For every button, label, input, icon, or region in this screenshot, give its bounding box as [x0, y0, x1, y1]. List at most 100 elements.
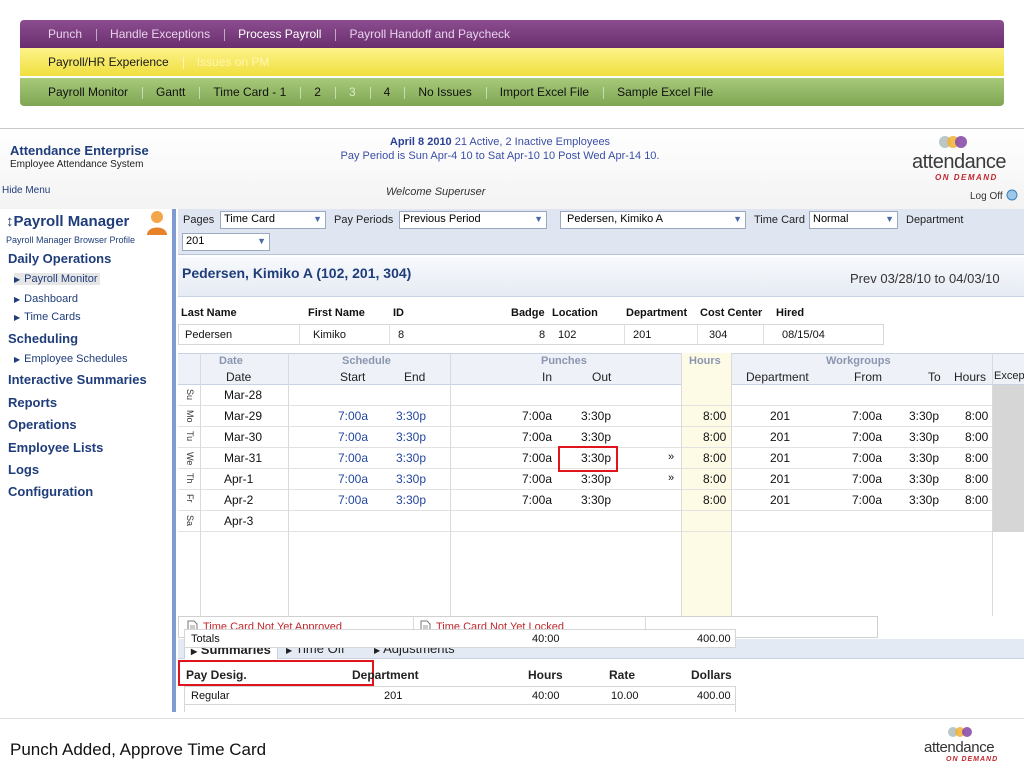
- app-window: Attendance Enterprise Employee Attendanc…: [0, 128, 1024, 712]
- table-row[interactable]: Fr Apr-2 7:00a 3:30p 7:00a 3:30p 8:00 201 7:00a 3…: [178, 490, 1024, 511]
- sum-hours: 40:00: [532, 690, 560, 702]
- nav-issues-on-pm[interactable]: Issues on PM: [182, 55, 284, 69]
- table-row[interactable]: Sa Apr-3: [178, 511, 1024, 532]
- table-row[interactable]: Tu Mar-30 7:00a 3:30p 7:00a 3:30p 8:00 201 7:00a…: [178, 427, 1024, 448]
- nav-time-card-1[interactable]: Time Card - 1: [199, 85, 300, 99]
- menu-payroll-monitor[interactable]: ▶ Payroll Monitor: [14, 273, 100, 285]
- time-card-label: Time Card: [754, 214, 805, 226]
- department-select-value: 201: [186, 235, 205, 247]
- cell-end: 3:30p: [396, 409, 427, 423]
- cell-dept: 201: [770, 451, 791, 465]
- chevron-down-icon: ▼: [534, 214, 543, 224]
- col-to: To: [928, 370, 941, 384]
- sum-col-department: Department: [352, 668, 419, 682]
- cell-dept: 201: [770, 472, 791, 486]
- department-value: 201: [633, 329, 652, 341]
- nav-punch[interactable]: Punch: [42, 27, 96, 41]
- cell-end: 3:30p: [396, 430, 427, 444]
- nav-handle-exceptions[interactable]: Handle Exceptions: [96, 27, 224, 41]
- cell-from: 7:00a: [852, 451, 883, 465]
- cell-out[interactable]: 3:30p: [581, 472, 611, 486]
- first-name-value: Kimiko: [313, 329, 347, 341]
- table-row[interactable]: Mo Mar-29 7:00a 3:30p 7:00a 3:30p 8:00 201 7:00a…: [178, 406, 1024, 427]
- nav-page-3[interactable]: 3: [334, 85, 370, 99]
- time-card-select-value: Normal: [813, 213, 849, 225]
- cell-start: 7:00a: [338, 451, 369, 465]
- menu-operations[interactable]: Operations: [8, 417, 77, 432]
- nav-no-issues[interactable]: No Issues: [404, 85, 485, 99]
- cell-in[interactable]: 7:00a: [522, 493, 552, 507]
- menu-scheduling[interactable]: Scheduling: [8, 331, 78, 346]
- summary-row-regular: Regular 201 40:00 10.00 400.00: [184, 686, 736, 705]
- department-select[interactable]: 201 ▼: [182, 233, 270, 251]
- grid-divider: [200, 353, 201, 616]
- id-value: 8: [398, 329, 405, 341]
- employee-select[interactable]: Pedersen, Kimiko A ▼: [560, 211, 746, 229]
- cell-in[interactable]: 7:00a: [522, 430, 552, 444]
- menu-dashboard[interactable]: ▶ Dashboard: [14, 293, 78, 305]
- cell-end: 3:30p: [396, 493, 427, 507]
- menu-reports[interactable]: Reports: [8, 395, 57, 410]
- cell-start: 7:00a: [338, 409, 369, 423]
- payroll-manager-title[interactable]: ↕Payroll Manager: [6, 213, 129, 230]
- sum-col-pay-desig: Pay Desig.: [186, 668, 247, 682]
- table-row[interactable]: Su Mar-28: [178, 385, 1024, 406]
- hide-menu-link[interactable]: Hide Menu: [2, 185, 50, 196]
- cell-start: 7:00a: [338, 472, 369, 486]
- menu-configuration[interactable]: Configuration: [8, 484, 93, 499]
- cell-out[interactable]: 3:30p: [581, 430, 611, 444]
- sum-col-rate: Rate: [609, 668, 636, 682]
- cell-in[interactable]: 7:00a: [522, 451, 552, 465]
- log-off-link[interactable]: Log Off: [970, 189, 1019, 202]
- grid-divider: [450, 353, 451, 616]
- menu-employee-lists[interactable]: Employee Lists: [8, 440, 103, 455]
- menu-time-cards[interactable]: ▶ Time Cards: [14, 311, 81, 323]
- pages-select[interactable]: Time Card ▼: [220, 211, 326, 229]
- footer-logo-tagline: ON DEMAND: [946, 756, 999, 763]
- menu-employee-schedules[interactable]: ▶ Employee Schedules: [14, 353, 128, 365]
- cell-from: 7:00a: [852, 430, 883, 444]
- nav-payroll-monitor[interactable]: Payroll Monitor: [42, 85, 142, 99]
- employee-count: 21 Active, 2 Inactive Employees: [454, 136, 611, 148]
- cell-out[interactable]: 3:30p: [581, 409, 611, 423]
- nav-page-2[interactable]: 2: [300, 85, 335, 99]
- menu-daily-operations[interactable]: Daily Operations: [8, 251, 111, 266]
- col-date: Date: [226, 370, 252, 384]
- footer-logo-circles-icon: [948, 727, 972, 737]
- cell-to: 3:30p: [909, 493, 940, 507]
- exception-cell: [992, 469, 1024, 490]
- triangle-right-icon: ▶: [191, 647, 198, 656]
- sum-totals-hours: 40:00: [532, 633, 560, 645]
- cell-to: 3:30p: [909, 409, 940, 423]
- menu-logs[interactable]: Logs: [8, 462, 39, 477]
- cell-in[interactable]: 7:00a: [522, 472, 552, 486]
- cell-date: Mar-31: [224, 451, 263, 465]
- col-department: Department: [626, 307, 688, 319]
- triangle-right-icon: ▶: [14, 355, 21, 364]
- nav-process-payroll[interactable]: Process Payroll: [224, 27, 335, 41]
- nav-payroll-handoff[interactable]: Payroll Handoff and Paycheck: [335, 27, 524, 41]
- menu-interactive-summaries[interactable]: Interactive Summaries: [8, 372, 147, 387]
- time-card-select[interactable]: Normal ▼: [809, 211, 898, 229]
- day-of-week: Th: [185, 473, 195, 484]
- pay-periods-select[interactable]: Previous Period ▼: [399, 211, 547, 229]
- nav-payroll-hr-experience[interactable]: Payroll/HR Experience: [42, 55, 183, 69]
- nav-gantt[interactable]: Gantt: [142, 85, 199, 99]
- cell-in[interactable]: 7:00a: [522, 409, 552, 423]
- nav-import-excel[interactable]: Import Excel File: [485, 85, 603, 99]
- cell-chev[interactable]: »: [668, 472, 674, 484]
- table-row[interactable]: Th Apr-1 7:00a 3:30p 7:00a 3:30p » 8:00 201 7:00a…: [178, 469, 1024, 490]
- cell-chev[interactable]: »: [668, 451, 674, 463]
- menu-dashboard-label: Dashboard: [24, 293, 78, 305]
- exception-cell: [992, 427, 1024, 448]
- col-hired: Hired: [776, 307, 805, 319]
- nav-sample-excel[interactable]: Sample Excel File: [603, 85, 727, 99]
- grid-divider: [288, 353, 289, 616]
- grid-divider: [731, 353, 732, 616]
- cost-center-value: 304: [709, 329, 728, 341]
- cell-out[interactable]: 3:30p: [581, 493, 611, 507]
- nav-page-4[interactable]: 4: [369, 85, 405, 99]
- employee-select-value: Pedersen, Kimiko A: [567, 213, 663, 225]
- exception-cell: [992, 448, 1024, 469]
- nav-bar-primary: Punch Handle Exceptions Process Payroll …: [20, 20, 1004, 48]
